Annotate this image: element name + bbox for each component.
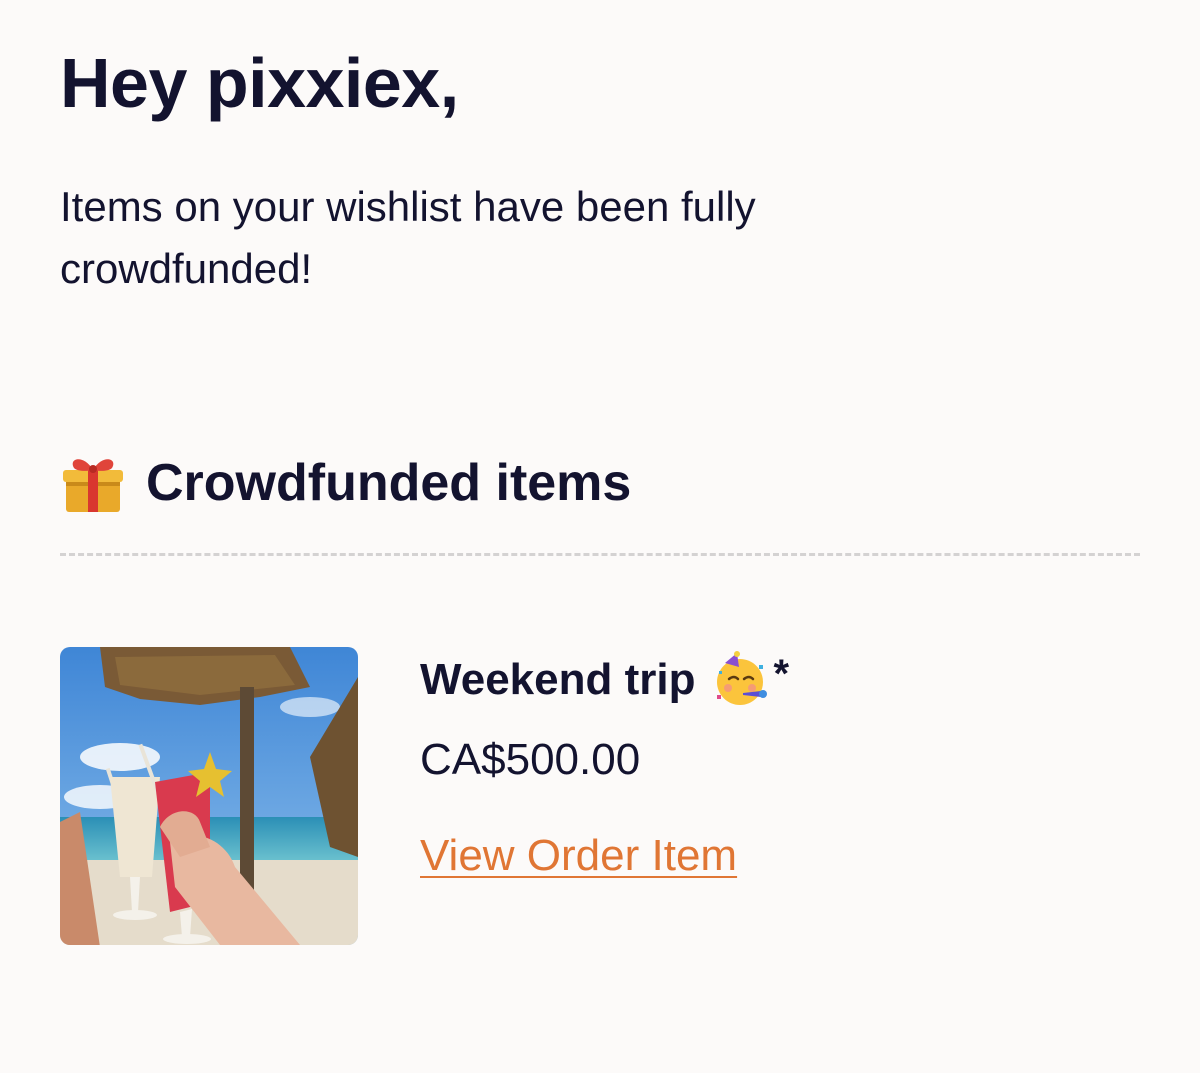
item-name-asterisk: * — [773, 652, 790, 696]
section-title: Crowdfunded items — [146, 454, 632, 512]
gift-icon — [63, 459, 123, 512]
partying-face-icon — [717, 651, 768, 705]
section-heading: Crowdfunded items — [60, 448, 631, 518]
item-price: CA$500.00 — [420, 735, 641, 784]
beach-drinks-photo[interactable] — [60, 647, 358, 945]
view-order-item-link[interactable]: View Order Item — [420, 826, 737, 886]
item-name-label: Weekend trip — [420, 655, 696, 704]
section-divider — [60, 553, 1140, 556]
item-name: Weekend trip * — [420, 648, 789, 712]
greeting-heading: Hey pixxiex, — [60, 44, 459, 122]
wishlist-message: Items on your wishlist have been fully c… — [60, 183, 756, 292]
